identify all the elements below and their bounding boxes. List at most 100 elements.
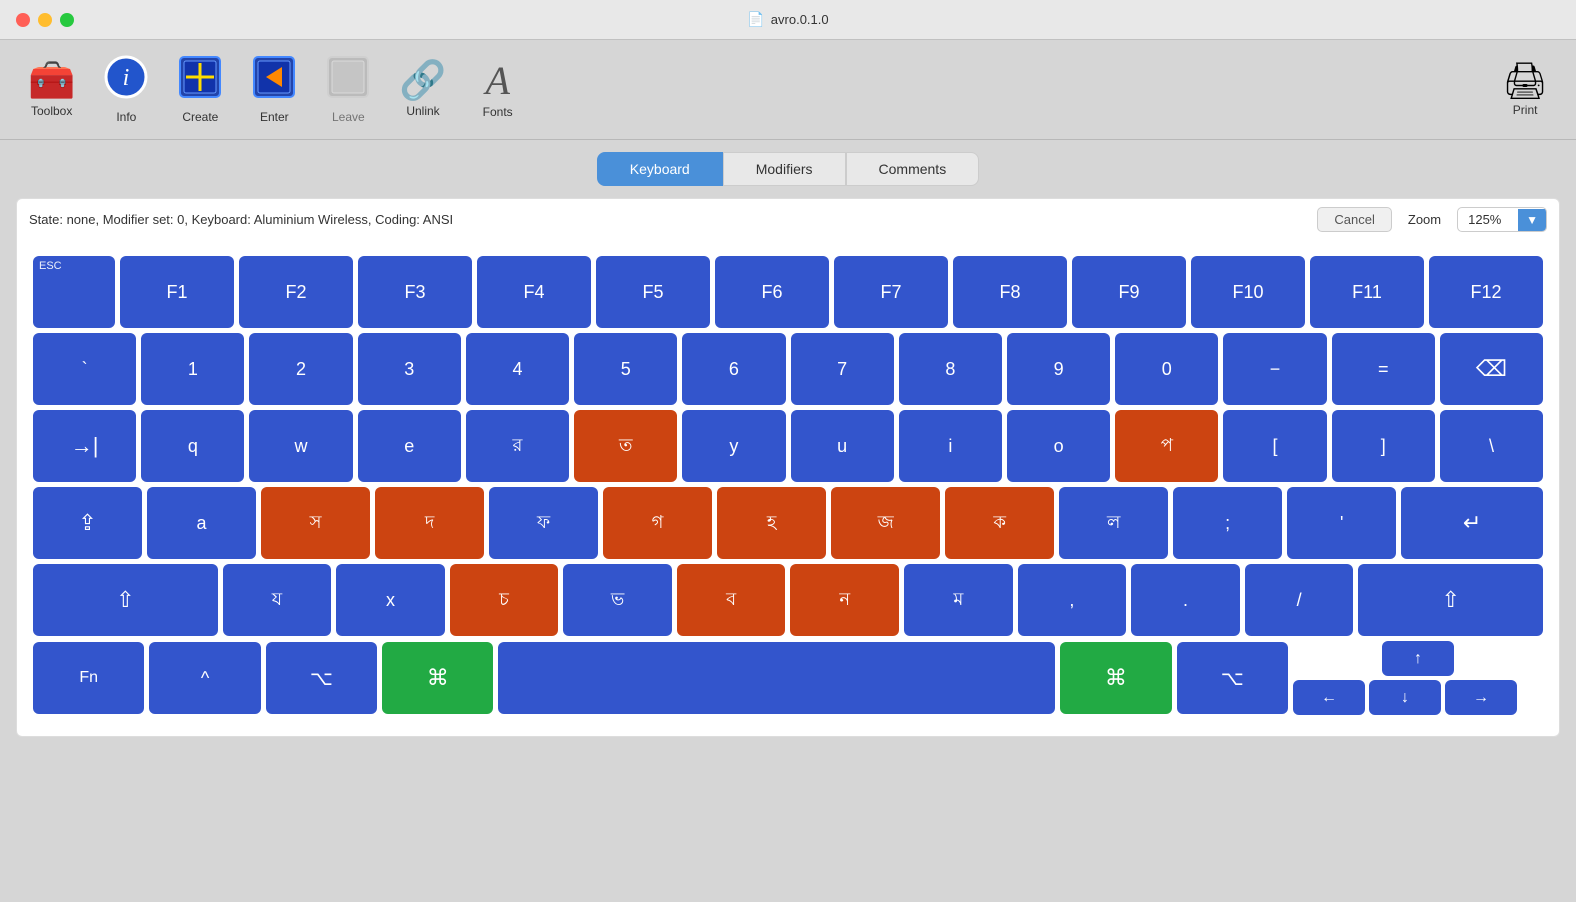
- key-e[interactable]: e: [358, 410, 461, 482]
- key-lshift[interactable]: ⇧: [33, 564, 218, 636]
- key-space[interactable]: [498, 642, 1055, 714]
- key-t[interactable]: ত: [574, 410, 677, 482]
- zoom-select[interactable]: 125% ▼: [1457, 207, 1547, 232]
- key-5[interactable]: 5: [574, 333, 677, 405]
- key-j[interactable]: জ: [831, 487, 940, 559]
- key-y[interactable]: y: [682, 410, 785, 482]
- key-backslash[interactable]: \: [1440, 410, 1543, 482]
- key-lcmd[interactable]: ⌘: [382, 642, 493, 714]
- toolbar-toolbox[interactable]: 🧰 Toolbox: [16, 56, 87, 124]
- key-enter[interactable]: ↵: [1401, 487, 1543, 559]
- key-rbracket[interactable]: ]: [1332, 410, 1435, 482]
- fonts-label: Fonts: [483, 105, 513, 119]
- tab-keyboard[interactable]: Keyboard: [597, 152, 723, 186]
- key-period[interactable]: .: [1131, 564, 1240, 636]
- key-l[interactable]: ল: [1059, 487, 1168, 559]
- key-semicolon[interactable]: ;: [1173, 487, 1282, 559]
- key-comma[interactable]: ,: [1018, 564, 1127, 636]
- create-icon: [178, 55, 222, 106]
- key-p[interactable]: প: [1115, 410, 1218, 482]
- tab-modifiers[interactable]: Modifiers: [723, 152, 846, 186]
- key-ralt[interactable]: ⌥: [1177, 642, 1288, 714]
- key-lalt[interactable]: ⌥: [266, 642, 377, 714]
- tab-comments[interactable]: Comments: [846, 152, 980, 186]
- key-1[interactable]: 1: [141, 333, 244, 405]
- key-f3[interactable]: F3: [358, 256, 472, 328]
- key-z[interactable]: য: [223, 564, 332, 636]
- key-a[interactable]: a: [147, 487, 256, 559]
- key-arrow-left[interactable]: ←: [1293, 680, 1365, 715]
- toolbar-print[interactable]: 🖨 Print: [1490, 57, 1560, 123]
- key-f12[interactable]: F12: [1429, 256, 1543, 328]
- zoom-label: Zoom: [1408, 212, 1441, 227]
- toolbar-unlink[interactable]: 🔗 Unlink: [387, 56, 458, 124]
- key-9[interactable]: 9: [1007, 333, 1110, 405]
- key-arrow-down[interactable]: ↓: [1369, 680, 1441, 715]
- key-quote[interactable]: ': [1287, 487, 1396, 559]
- key-d[interactable]: দ: [375, 487, 484, 559]
- key-g[interactable]: গ: [603, 487, 712, 559]
- toolbar-info[interactable]: i Info: [91, 49, 161, 130]
- key-f1[interactable]: F1: [120, 256, 234, 328]
- zoom-dropdown-arrow[interactable]: ▼: [1518, 209, 1546, 231]
- key-h[interactable]: হ: [717, 487, 826, 559]
- key-f10[interactable]: F10: [1191, 256, 1305, 328]
- key-ctrl[interactable]: ^: [149, 642, 260, 714]
- key-k[interactable]: ক: [945, 487, 1054, 559]
- key-3[interactable]: 3: [358, 333, 461, 405]
- key-arrow-right[interactable]: →: [1445, 680, 1517, 715]
- key-backspace[interactable]: ⌫: [1440, 333, 1543, 405]
- key-c[interactable]: চ: [450, 564, 559, 636]
- print-label: Print: [1513, 103, 1538, 117]
- key-slash[interactable]: /: [1245, 564, 1354, 636]
- key-m[interactable]: ম: [904, 564, 1013, 636]
- key-0[interactable]: 0: [1115, 333, 1218, 405]
- key-b[interactable]: ব: [677, 564, 786, 636]
- key-w[interactable]: w: [249, 410, 352, 482]
- key-f[interactable]: ফ: [489, 487, 598, 559]
- key-s[interactable]: স: [261, 487, 370, 559]
- toolbar-enter[interactable]: Enter: [239, 49, 309, 130]
- key-r[interactable]: র: [466, 410, 569, 482]
- cancel-button[interactable]: Cancel: [1317, 207, 1391, 232]
- key-f4[interactable]: F4: [477, 256, 591, 328]
- key-f11[interactable]: F11: [1310, 256, 1424, 328]
- toolbar-create[interactable]: Create: [165, 49, 235, 130]
- key-q[interactable]: q: [141, 410, 244, 482]
- key-u[interactable]: u: [791, 410, 894, 482]
- key-6[interactable]: 6: [682, 333, 785, 405]
- maximize-button[interactable]: [60, 13, 74, 27]
- minimize-button[interactable]: [38, 13, 52, 27]
- key-7[interactable]: 7: [791, 333, 894, 405]
- info-label: Info: [116, 110, 136, 124]
- key-o[interactable]: o: [1007, 410, 1110, 482]
- key-f6[interactable]: F6: [715, 256, 829, 328]
- key-equals[interactable]: =: [1332, 333, 1435, 405]
- key-backtick[interactable]: `: [33, 333, 136, 405]
- key-lbracket[interactable]: [: [1223, 410, 1326, 482]
- toolbar-fonts[interactable]: A Fonts: [463, 55, 533, 125]
- key-rshift[interactable]: ⇧: [1358, 564, 1543, 636]
- title-bar: 📄 avro.0.1.0: [0, 0, 1576, 40]
- key-minus[interactable]: −: [1223, 333, 1326, 405]
- key-f7[interactable]: F7: [834, 256, 948, 328]
- key-f9[interactable]: F9: [1072, 256, 1186, 328]
- key-esc[interactable]: ESC: [33, 256, 115, 328]
- key-4[interactable]: 4: [466, 333, 569, 405]
- key-f2[interactable]: F2: [239, 256, 353, 328]
- key-arrow-up[interactable]: ↑: [1382, 641, 1454, 676]
- key-x[interactable]: x: [336, 564, 445, 636]
- key-8[interactable]: 8: [899, 333, 1002, 405]
- key-2[interactable]: 2: [249, 333, 352, 405]
- key-f5[interactable]: F5: [596, 256, 710, 328]
- key-fn[interactable]: Fn: [33, 642, 144, 714]
- toolbar-leave[interactable]: Leave: [313, 49, 383, 130]
- key-n[interactable]: ন: [790, 564, 899, 636]
- key-v[interactable]: ভ: [563, 564, 672, 636]
- key-tab[interactable]: →|: [33, 410, 136, 482]
- key-f8[interactable]: F8: [953, 256, 1067, 328]
- key-capslock[interactable]: ⇪: [33, 487, 142, 559]
- key-rcmd[interactable]: ⌘: [1060, 642, 1171, 714]
- key-i[interactable]: i: [899, 410, 1002, 482]
- close-button[interactable]: [16, 13, 30, 27]
